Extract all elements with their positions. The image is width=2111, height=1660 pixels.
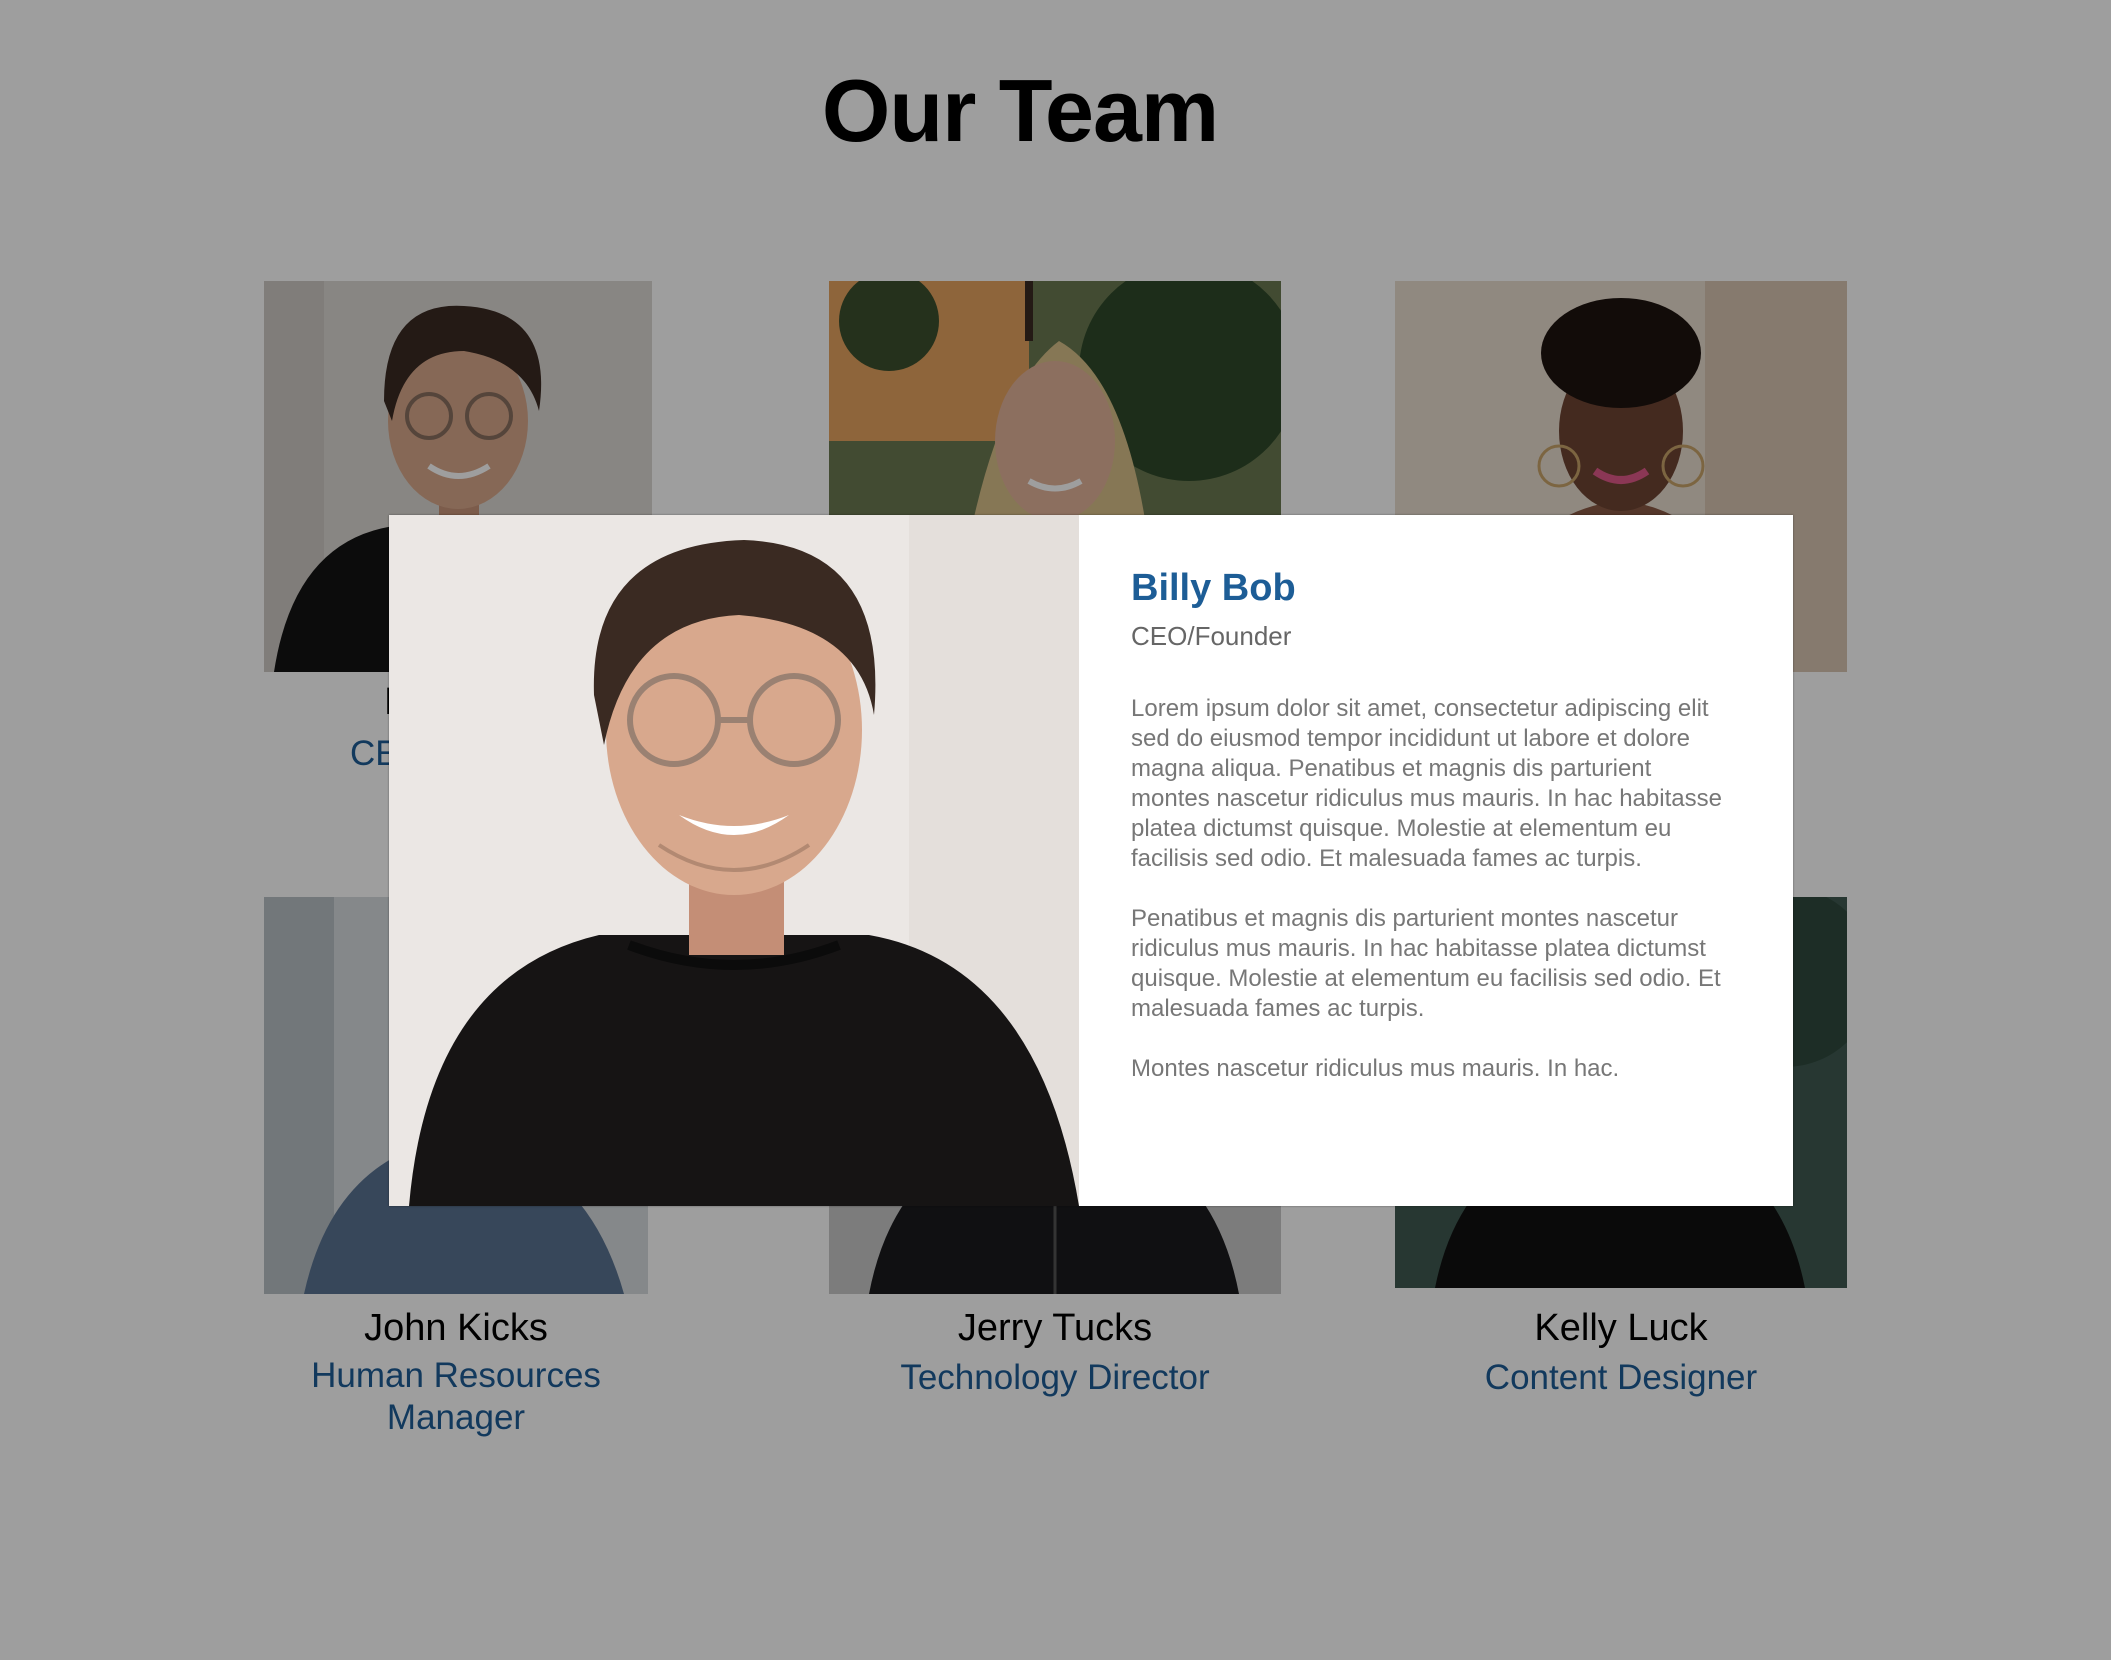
bio-paragraph-3: Montes nascetur ridiculus mus mauris. In… (1131, 1055, 1620, 1082)
modal-role: CEO/Founder (1131, 621, 1292, 651)
modal-bio: Lorem ipsum dolor sit amet, consectetur … (1131, 694, 1731, 1084)
profile-modal: Billy Bob CEO/Founder Lorem ipsum dolor … (389, 515, 1793, 1206)
modal-content: Billy Bob CEO/Founder Lorem ipsum dolor … (1131, 565, 1731, 1114)
bio-paragraph-2: Penatibus et magnis dis parturient monte… (1131, 905, 1721, 1022)
bio-paragraph-1: Lorem ipsum dolor sit amet, consectetur … (1131, 695, 1722, 872)
modal-name: Billy Bob (1131, 567, 1296, 609)
modal-photo (389, 515, 1079, 1206)
